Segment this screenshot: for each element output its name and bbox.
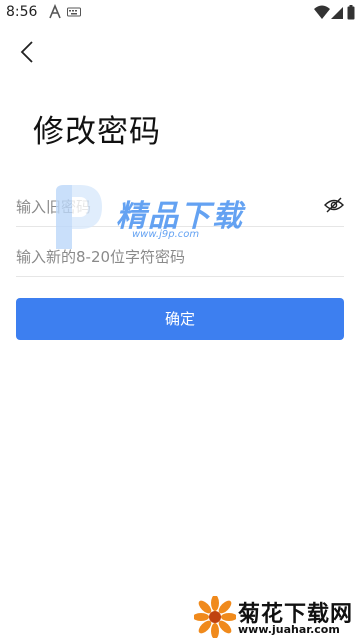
watermark-top: 精品下载 www.j9p.com [50, 183, 280, 253]
chevron-left-icon[interactable] [18, 40, 40, 64]
p-logo-icon [56, 185, 102, 249]
status-time: 8:56 [6, 4, 38, 20]
flower-logo-icon [194, 596, 236, 638]
signal-icon [331, 7, 343, 19]
page-title: 修改密码 [33, 114, 161, 150]
watermark-bottom: 菊花下载网 www.juahar.com [194, 594, 360, 640]
battery-icon [347, 5, 355, 20]
confirm-button[interactable]: 确定 [16, 298, 344, 340]
keyboard-icon [67, 7, 81, 17]
wifi-icon [314, 5, 330, 19]
status-bar: 8:56 [0, 0, 360, 24]
app-a-icon [49, 4, 61, 19]
watermark-top-url: www.j9p.com [132, 229, 200, 240]
eye-icon[interactable] [324, 196, 344, 214]
watermark-bottom-url: www.juahar.com [238, 623, 340, 636]
